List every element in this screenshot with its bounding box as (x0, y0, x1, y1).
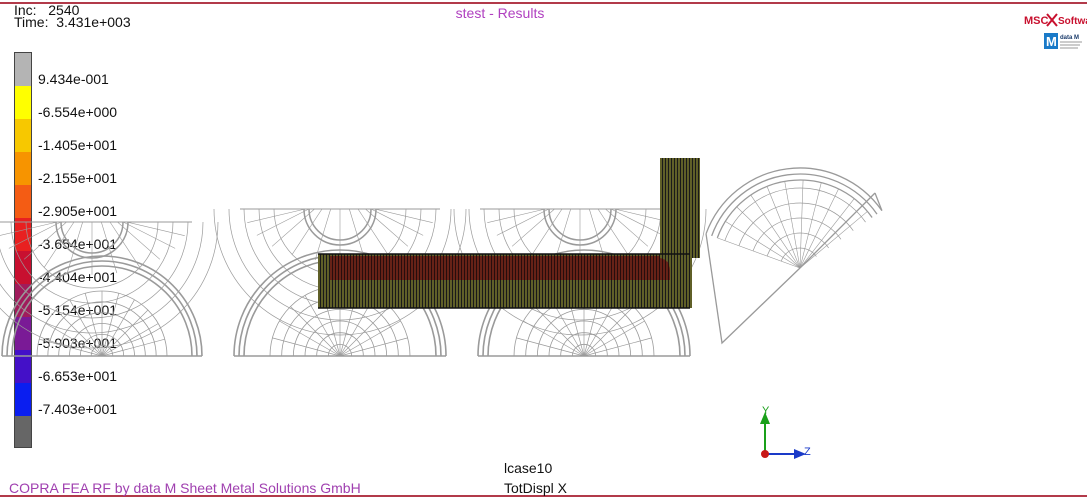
roll-mesh-line (126, 221, 185, 236)
roll-mesh-line (374, 208, 433, 223)
roll-mesh-line (290, 306, 341, 357)
roll-mesh-line (736, 206, 801, 269)
roll-mesh-line (799, 188, 839, 269)
roll-mesh-line (611, 208, 664, 236)
roll-mesh-line (256, 208, 309, 236)
roll-mesh-line (247, 208, 306, 223)
roll-mesh-line (339, 320, 401, 357)
roll-mesh-line (705, 167, 883, 235)
roll-mesh-line (339, 306, 390, 357)
roll-mesh-line (799, 211, 868, 269)
roll-mesh-line (724, 187, 866, 241)
roll-mesh-line (784, 181, 801, 269)
roll-mesh-line (101, 309, 149, 357)
roll-mesh-line (799, 182, 822, 269)
roll-mesh-line (271, 208, 315, 247)
roll-mesh-line (0, 221, 204, 334)
roll-mesh-line (8, 221, 61, 249)
fea-viewport[interactable]: Y Z (0, 0, 1087, 498)
roll-mesh-line (583, 306, 634, 357)
lower-roll (1, 255, 203, 357)
load-case-label: lcase10 (504, 460, 553, 476)
deformed-strip (318, 158, 700, 309)
roll-mesh-line (487, 208, 546, 223)
roll-mesh-line (0, 221, 58, 236)
roll-mesh-line (101, 323, 159, 357)
result-quantity-label: TotDispl X (504, 480, 568, 496)
roll-mesh-line (365, 208, 409, 247)
roll-mesh-line (716, 179, 873, 239)
roll-mesh-line (583, 320, 645, 357)
roll-mesh-line (738, 202, 854, 246)
roll-mesh-line (279, 320, 341, 357)
roll-mesh-line (799, 180, 804, 269)
roll-mesh-line (511, 208, 555, 247)
roll-mesh-line (496, 208, 549, 236)
roll-mesh-line (117, 221, 161, 260)
copyright-credit: COPRA FEA RF by data M Sheet Metal Solut… (9, 480, 361, 496)
roll-mesh-line (534, 306, 585, 357)
roll-mesh-line (45, 323, 103, 357)
roll-mesh-line (766, 186, 801, 269)
roll-mesh-line (750, 194, 801, 269)
roll-mesh-line (23, 221, 67, 260)
roll-mesh-line (101, 299, 135, 357)
roll-mesh-line (123, 221, 176, 249)
coordinate-triad: Y Z (760, 405, 811, 459)
roll-mesh-line (523, 320, 585, 357)
roll-mesh-line (874, 192, 883, 211)
roll-mesh-line (766, 232, 829, 257)
y-axis-label: Y (762, 405, 770, 417)
side-roll (705, 167, 883, 345)
roll-mesh-line (371, 208, 424, 236)
roll-mesh-line (752, 217, 842, 252)
roll-mesh-line (605, 208, 649, 247)
z-axis-label: Z (804, 446, 811, 458)
